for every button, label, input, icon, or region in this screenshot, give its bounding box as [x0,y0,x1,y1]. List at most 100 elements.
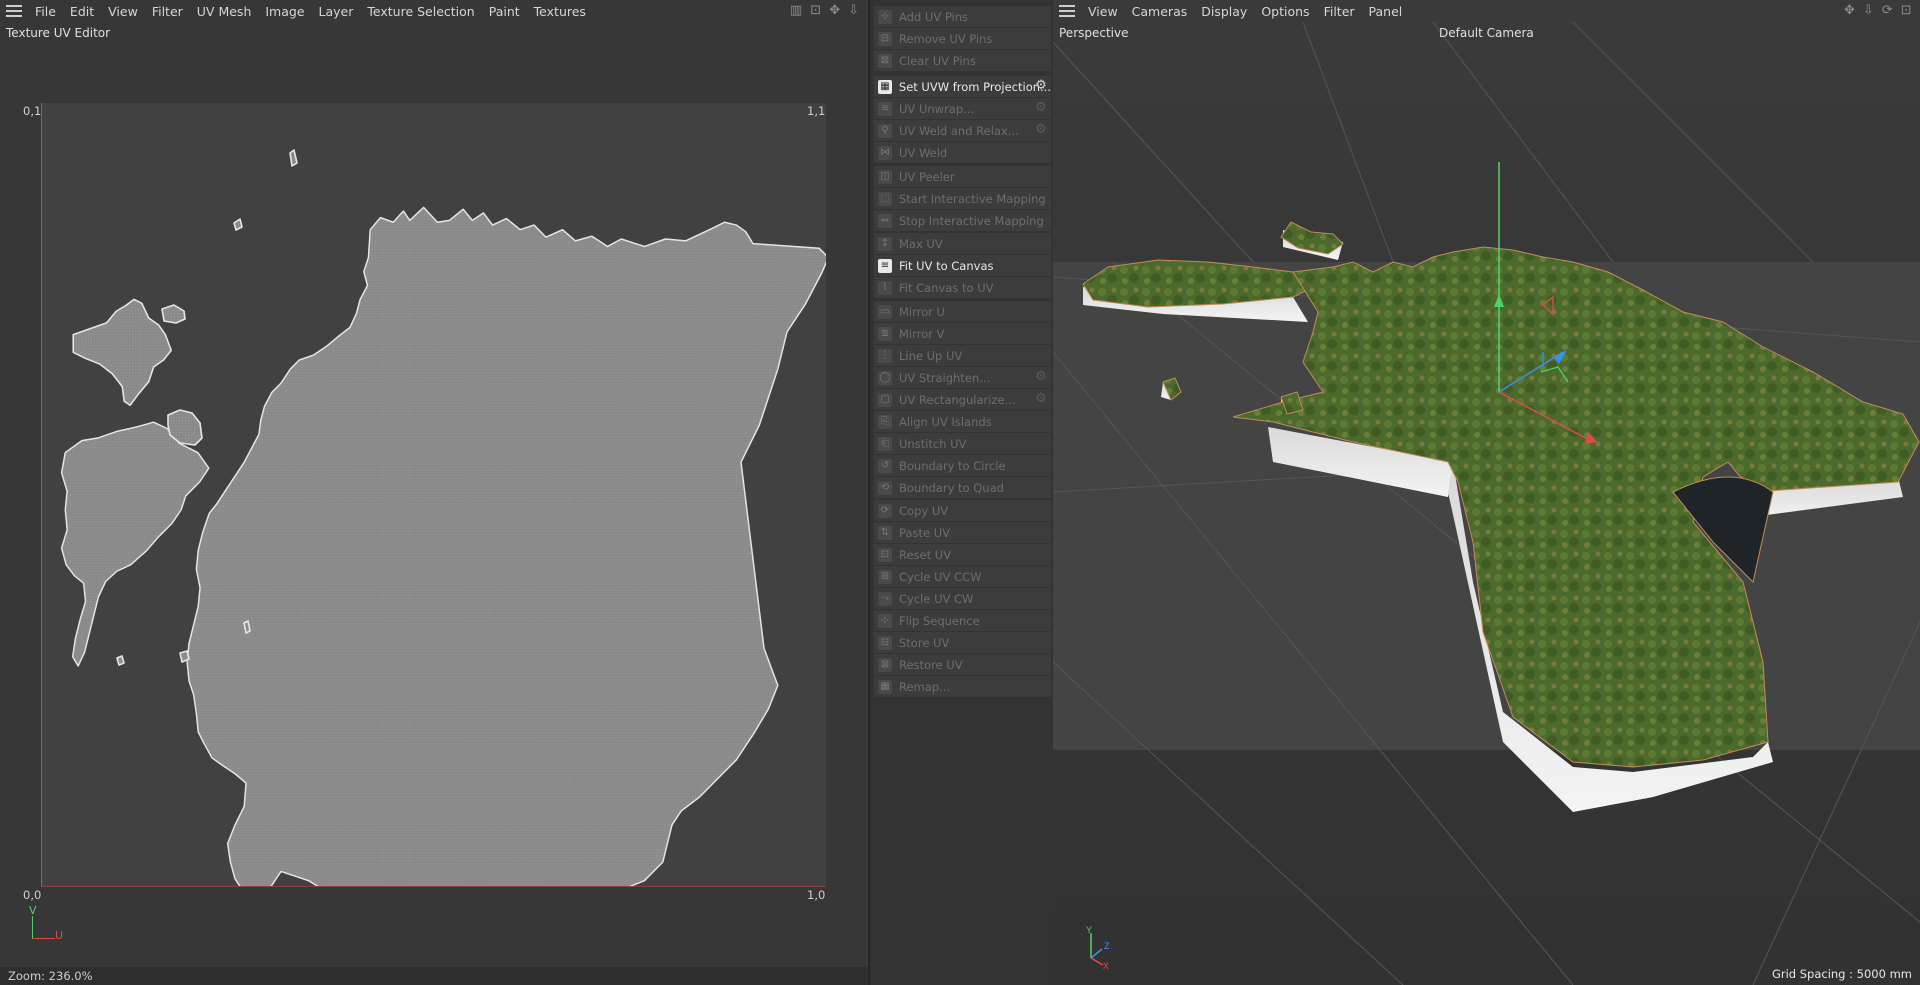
hamburger-menu-icon[interactable] [6,5,22,17]
command-fit-canvas-to-uv[interactable]: ⌇ Fit Canvas to UV [874,277,1051,299]
command-uv-rectangularize[interactable]: ▢ UV Rectangularize... ⚙ [874,389,1051,411]
menu-file[interactable]: File [28,4,63,19]
uv-gizmo-u-label: U [55,929,64,942]
command-stop-interactive-mapping[interactable]: ⇔ Stop Interactive Mapping [874,210,1051,232]
pan-icon[interactable]: ⇩ [1863,4,1874,17]
world-axis-gizmo: Y Z X [1086,925,1110,970]
menu-layer[interactable]: Layer [312,4,361,19]
command-uv-straighten[interactable]: ◯ UV Straighten... ⚙ [874,367,1051,389]
command-set-uvw-from-projection[interactable]: ▦ Set UVW from Projection... ⚙ [874,76,1051,98]
command-label: Set UVW from Projection... [898,79,1051,94]
command-label: Align UV Islands [899,414,992,429]
command-uv-weld-and-relax[interactable]: ⚲ UV Weld and Relax... ⚙ [874,120,1051,142]
uv-peeler-icon: ◫ [878,169,892,184]
gear-icon[interactable]: ⚙ [1034,101,1048,115]
gear-icon[interactable]: ⚙ [1034,392,1048,406]
command-copy-uv[interactable]: ⟳ Copy UV [874,500,1051,522]
command-label: Add UV Pins [899,9,969,24]
menu-textures[interactable]: Textures [527,4,593,19]
menu-edit[interactable]: Edit [63,4,101,19]
command-align-uv-islands[interactable]: ⎘ Align UV Islands [874,411,1051,433]
uv-islet-3 [243,620,251,634]
uv-corner-bottom-left: 0,0 [23,888,42,902]
command-cycle-uv-cw[interactable]: ⤳ Cycle UV CW [874,588,1051,610]
menu-paint[interactable]: Paint [482,4,527,19]
command-paste-uv[interactable]: ⇅ Paste UV [874,522,1051,544]
command-add-uv-pins[interactable]: ⊹ Add UV Pins [874,6,1051,28]
command-cycle-uv-ccw[interactable]: ⊞ Cycle UV CCW [874,566,1051,588]
vp-menu-cameras[interactable]: Cameras [1125,4,1195,19]
cycle-uv-cw-icon: ⤳ [878,591,892,606]
command-label: Boundary to Circle [899,458,1006,473]
pan-icon[interactable]: ⇩ [848,4,859,17]
viewport-scene[interactable] [1053,22,1920,985]
gear-icon[interactable]: ⚙ [1034,123,1048,137]
command-remove-uv-pins[interactable]: ⊟ Remove UV Pins [874,28,1051,50]
command-restore-uv[interactable]: ⊠ Restore UV [874,654,1051,676]
command-mirror-v[interactable]: ≣ Mirror V [874,323,1051,345]
move-icon[interactable]: ✥ [1844,4,1855,17]
command-mirror-u[interactable]: ▭ Mirror U [874,301,1051,323]
command-label: Remap... [899,679,951,694]
command-group: ▭ Mirror U ≣ Mirror V ⋮ Line Up UV ◯ UV Straigh… [874,301,1051,499]
uv-canvas[interactable] [42,103,826,886]
stats-icon[interactable]: ▥ [790,4,802,17]
uv-island-mainland [186,206,826,886]
command-boundary-to-circle[interactable]: ↺ Boundary to Circle [874,455,1051,477]
paste-uv-icon: ⇅ [878,525,892,540]
command-uv-unwrap[interactable]: ≋ UV Unwrap... ⚙ [874,98,1051,120]
command-flip-sequence[interactable]: ⊹ Flip Sequence [874,610,1051,632]
command-fit-uv-to-canvas[interactable]: ≡ Fit UV to Canvas [874,255,1051,277]
command-uv-peeler[interactable]: ◫ UV Peeler [874,166,1051,188]
maximize-icon[interactable]: ⊡ [1901,4,1912,17]
move-icon[interactable]: ✥ [829,4,840,17]
command-label: UV Unwrap... [899,101,975,116]
vp-menu-panel[interactable]: Panel [1362,4,1410,19]
zoom-readout: Zoom: 236.0% [8,969,93,983]
remove-uv-pins-icon: ⊟ [878,31,892,46]
command-start-interactive-mapping[interactable]: ⬚ Start Interactive Mapping [874,188,1051,210]
uv-axis-gizmo [32,916,55,939]
flip-sequence-icon: ⊹ [878,613,892,628]
command-unstitch-uv[interactable]: ⎗ Unstitch UV [874,433,1051,455]
boundary-to-quad-icon: ⟲ [878,480,892,495]
command-remap[interactable]: ▦ Remap... [874,676,1051,698]
command-uv-weld[interactable]: ⋈ UV Weld [874,142,1051,164]
command-label: Mirror U [899,304,945,319]
command-label: Flip Sequence [899,613,980,628]
menu-filter[interactable]: Filter [145,4,190,19]
reset-uv-icon: ⊡ [878,547,892,562]
vp-menu-display[interactable]: Display [1194,4,1254,19]
command-label: Fit Canvas to UV [899,280,994,295]
vp-menu-filter[interactable]: Filter [1317,4,1362,19]
command-max-uv[interactable]: ↕ Max UV [874,233,1051,255]
align-uv-islands-icon: ⎘ [878,414,892,429]
unstitch-uv-icon: ⎗ [878,436,892,451]
command-label: Copy UV [899,503,949,518]
fit-uv-to-canvas-icon: ≡ [878,258,892,273]
camera-name[interactable]: Default Camera [1439,26,1534,40]
command-label: Boundary to Quad [899,480,1004,495]
rotate-icon[interactable]: ⟳ [1882,4,1893,17]
uv-command-palette: ⊹ Add UV Pins ⊟ Remove UV Pins ⊠ Clear UV Pin… [869,0,1054,985]
vp-menu-options[interactable]: Options [1254,4,1316,19]
menu-view[interactable]: View [101,4,145,19]
hamburger-menu-icon[interactable] [1059,5,1075,17]
gear-icon[interactable]: ⚙ [1034,370,1048,384]
command-label: UV Weld and Relax... [899,123,1019,138]
command-boundary-to-quad[interactable]: ⟲ Boundary to Quad [874,477,1051,499]
uv-corner-bottom-right: 1,0 [807,888,826,902]
command-label: Store UV [899,635,950,650]
lock-icon[interactable]: ⊡ [810,4,821,17]
command-group: ⟳ Copy UV ⇅ Paste UV ⊡ Reset UV ⊞ Cycle UV CCW ⤳… [874,500,1051,698]
menu-image[interactable]: Image [258,4,311,19]
command-store-uv[interactable]: ⊟ Store UV [874,632,1051,654]
command-clear-uv-pins[interactable]: ⊠ Clear UV Pins [874,50,1051,72]
command-line-up-uv[interactable]: ⋮ Line Up UV [874,345,1051,367]
vp-menu-view[interactable]: View [1081,4,1125,19]
gear-icon[interactable]: ⚙ [1034,79,1048,93]
command-reset-uv[interactable]: ⊡ Reset UV [874,544,1051,566]
uv-rectangularize-icon: ▢ [878,392,892,407]
menu-texture-selection[interactable]: Texture Selection [360,4,481,19]
menu-uv-mesh[interactable]: UV Mesh [190,4,259,19]
